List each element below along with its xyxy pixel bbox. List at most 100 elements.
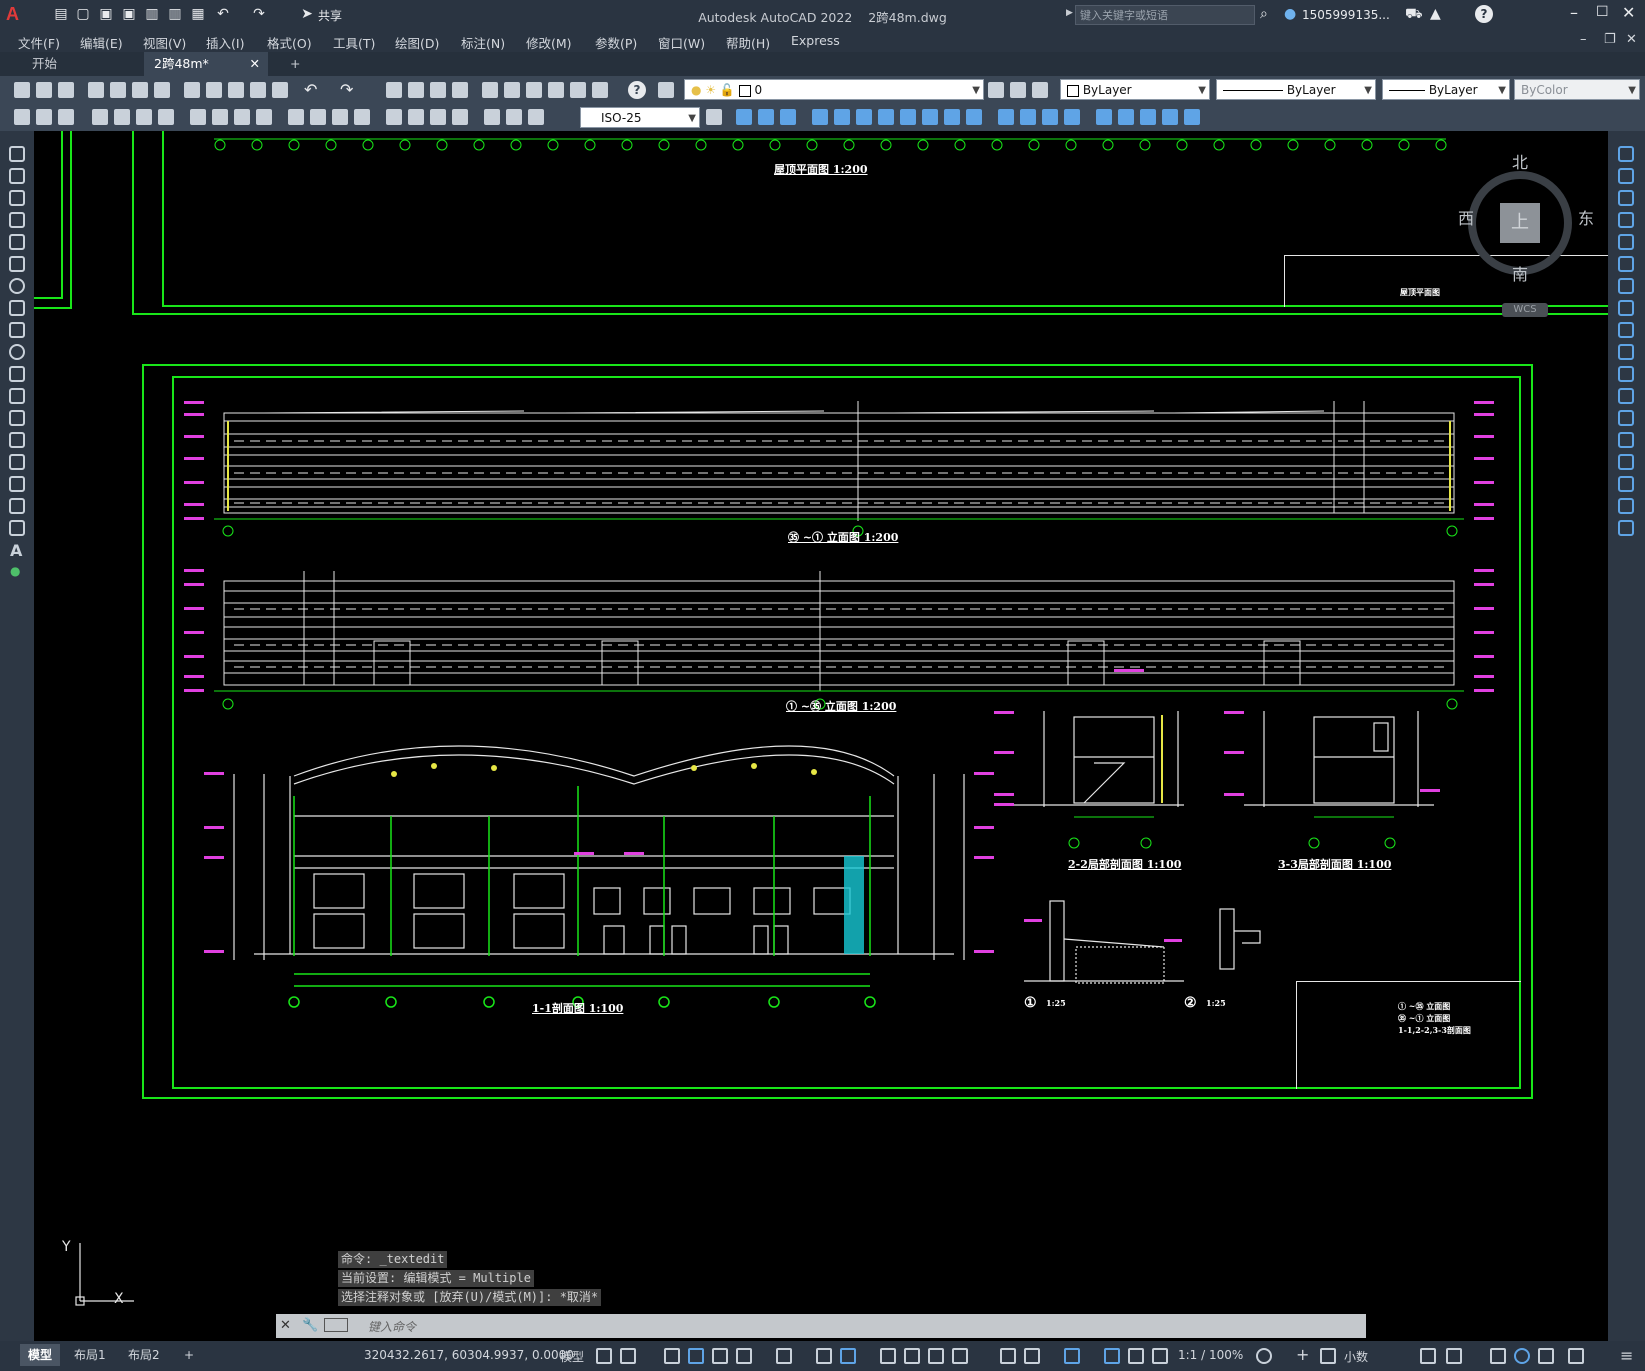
ellipse-tool-icon[interactable] [9, 344, 25, 360]
array-tool-icon[interactable] [1618, 234, 1634, 250]
open-icon[interactable] [36, 82, 52, 98]
viewcube-north[interactable]: 北 [1512, 149, 1528, 173]
quickcalc-icon[interactable] [592, 82, 608, 98]
tolerance-icon[interactable] [386, 109, 402, 125]
solid-section-icon[interactable] [900, 109, 916, 125]
ucs-face-icon[interactable] [1162, 109, 1178, 125]
ucs-previous-icon[interactable] [1140, 109, 1156, 125]
clean-screen-icon[interactable] [1538, 1348, 1554, 1364]
arc-length-icon[interactable] [136, 109, 152, 125]
save-icon[interactable] [58, 82, 74, 98]
tab-layout2[interactable]: 布局2 [120, 1344, 168, 1366]
ellipse-arc-tool-icon[interactable] [9, 366, 25, 382]
annotation-scale-value[interactable]: 1:1 / 100% [1178, 1348, 1243, 1362]
ucs-world-icon[interactable] [1118, 109, 1134, 125]
tab-model[interactable]: 模型 [20, 1344, 61, 1366]
scale-tool-icon[interactable] [1618, 300, 1634, 316]
layer-previous-icon[interactable] [1010, 82, 1026, 98]
search-expand-icon[interactable]: ▶ [1066, 8, 1073, 18]
rotate-tool-icon[interactable] [1618, 278, 1634, 294]
break-point-tool-icon[interactable] [1618, 388, 1634, 404]
sheet-set-icon[interactable] [548, 82, 564, 98]
rectangle-tool-icon[interactable] [9, 234, 25, 250]
ucs-object-icon[interactable] [1184, 109, 1200, 125]
markup-icon[interactable] [570, 82, 586, 98]
point-tool-icon[interactable] [9, 432, 25, 448]
menu-tools[interactable]: 工具(T) [333, 33, 375, 52]
redo-icon[interactable]: ↷ [340, 80, 353, 99]
solid-interfere-icon[interactable] [878, 109, 894, 125]
pan-icon[interactable] [386, 82, 402, 98]
make-current-layer-icon[interactable] [988, 82, 1004, 98]
spline-tool-icon[interactable] [9, 322, 25, 338]
aligned-dim-icon[interactable] [114, 109, 130, 125]
layer-dropdown[interactable]: ● ☀ 🔓 0 ▼ [684, 79, 984, 100]
transparency-icon[interactable] [904, 1348, 920, 1364]
customization-menu-icon[interactable]: ≡ [1620, 1346, 1633, 1365]
quick-properties-icon[interactable] [1420, 1348, 1436, 1364]
search-input[interactable]: 键入关键字或短语 [1075, 5, 1255, 25]
stretch-tool-icon[interactable] [1618, 322, 1634, 338]
auto-scale-icon[interactable] [1128, 1348, 1144, 1364]
jogged-linear-icon[interactable] [452, 109, 468, 125]
help-icon[interactable]: ? [1475, 5, 1493, 23]
command-customize-icon[interactable]: 🔧 [302, 1318, 318, 1333]
gizmo-icon[interactable] [1064, 1348, 1080, 1364]
cart-icon[interactable]: ⛟ [1405, 6, 1423, 24]
solid-union-icon[interactable] [758, 109, 774, 125]
insert-block-icon[interactable] [9, 388, 25, 404]
solid-extrude-icon[interactable] [812, 109, 828, 125]
chamfer-tool-icon[interactable] [1618, 454, 1634, 470]
make-block-icon[interactable] [9, 410, 25, 426]
erase-tool-icon[interactable] [1618, 146, 1634, 162]
viewcube-east[interactable]: 东 [1578, 205, 1594, 229]
hardware-acceleration-icon[interactable] [1514, 1348, 1530, 1364]
drawing-canvas[interactable]: 屋顶平面图 屋顶平面图 1:200 ㉟ ~① 立面图 1:200 ① ~㉟ 立面… [34, 131, 1608, 1341]
polygon-tool-icon[interactable] [9, 212, 25, 228]
xline-tool-icon[interactable] [9, 168, 25, 184]
wcs-menu[interactable]: WCS [1502, 303, 1548, 317]
menu-dimension[interactable]: 标注(N) [461, 33, 505, 52]
table-tool-icon[interactable] [9, 520, 25, 536]
break-tool-icon[interactable] [1618, 410, 1634, 426]
lineweight-dropdown[interactable]: ByLayer ▼ [1382, 79, 1510, 100]
menu-edit[interactable]: 编辑(E) [80, 33, 123, 52]
diameter-dim-icon[interactable] [234, 109, 250, 125]
dimstyle-manager-icon[interactable] [36, 109, 52, 125]
solid-shell-icon[interactable] [998, 109, 1014, 125]
linear-dim-icon[interactable] [92, 109, 108, 125]
layer-match-icon[interactable] [1032, 82, 1048, 98]
dim-update-icon[interactable] [58, 109, 74, 125]
mirror-tool-icon[interactable] [1618, 190, 1634, 206]
snap-icon[interactable] [620, 1348, 636, 1364]
zoom-realtime-icon[interactable] [408, 82, 424, 98]
isodraft-icon[interactable] [736, 1348, 752, 1364]
3dprint-icon[interactable] [154, 82, 170, 98]
workspace-gear-icon[interactable] [1256, 1348, 1272, 1364]
undo-icon[interactable]: ↶ [304, 80, 317, 99]
menu-help[interactable]: 帮助(H) [726, 33, 770, 52]
ordinate-dim-icon[interactable] [158, 109, 174, 125]
selection-filter-icon[interactable] [1024, 1348, 1040, 1364]
menu-window[interactable]: 窗口(W) [658, 33, 705, 52]
baseline-dim-icon[interactable] [310, 109, 326, 125]
solid-chamfer-icon[interactable] [1042, 109, 1058, 125]
revcloud-tool-icon[interactable] [9, 300, 25, 316]
annotation-visibility-icon[interactable] [1104, 1348, 1120, 1364]
menu-express[interactable]: Express [791, 33, 840, 48]
isolate-objects-icon[interactable] [1490, 1348, 1506, 1364]
blend-tool-icon[interactable] [1618, 498, 1634, 514]
menu-insert[interactable]: 插入(I) [206, 33, 244, 52]
solid-slice-icon[interactable] [856, 109, 872, 125]
menu-view[interactable]: 视图(V) [143, 33, 186, 52]
infer-constraints-icon[interactable] [664, 1348, 680, 1364]
menu-draw[interactable]: 绘图(D) [395, 33, 439, 52]
viewcube-west[interactable]: 西 [1458, 205, 1474, 229]
layer-properties-icon[interactable] [658, 82, 674, 98]
dim-space-icon[interactable] [354, 109, 370, 125]
qdim-icon[interactable] [14, 109, 30, 125]
radius-dim-icon[interactable] [190, 109, 206, 125]
menu-format[interactable]: 格式(O) [267, 33, 312, 52]
color-dropdown[interactable]: ByLayer ▼ [1060, 79, 1210, 100]
extend-tool-icon[interactable] [1618, 366, 1634, 382]
